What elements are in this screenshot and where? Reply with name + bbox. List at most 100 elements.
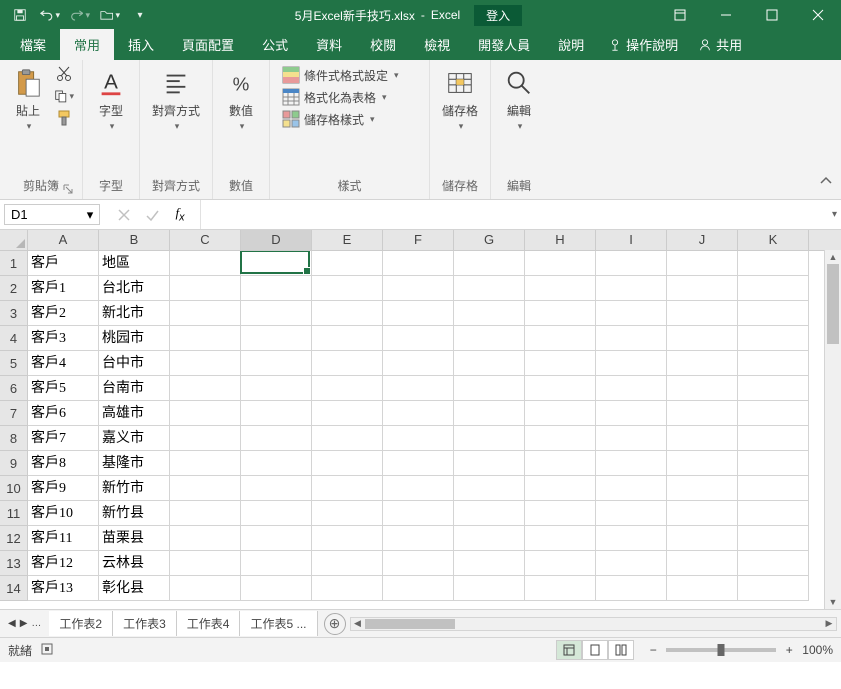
cell[interactable]	[596, 576, 667, 601]
cell[interactable]	[525, 251, 596, 276]
cell[interactable]: 客戶2	[28, 301, 99, 326]
cell[interactable]	[525, 551, 596, 576]
sheet-prev-icon[interactable]: ◀	[8, 618, 16, 629]
cell[interactable]: 客戶10	[28, 501, 99, 526]
cell[interactable]	[241, 576, 312, 601]
cancel-formula-button[interactable]	[112, 204, 136, 226]
cell[interactable]	[525, 401, 596, 426]
row-header[interactable]: 10	[0, 476, 28, 501]
enter-formula-button[interactable]	[140, 204, 164, 226]
open-icon[interactable]: ▾	[100, 5, 120, 25]
cell[interactable]	[312, 351, 383, 376]
cell[interactable]	[596, 276, 667, 301]
redo-icon[interactable]: ▾	[70, 5, 90, 25]
cells-button[interactable]: 儲存格▾	[438, 64, 482, 134]
cell[interactable]	[738, 276, 809, 301]
cell[interactable]	[170, 376, 241, 401]
cell[interactable]	[738, 451, 809, 476]
tab-formulas[interactable]: 公式	[248, 29, 302, 60]
cell[interactable]	[738, 351, 809, 376]
cell[interactable]	[454, 576, 525, 601]
row-header[interactable]: 8	[0, 426, 28, 451]
cut-icon[interactable]	[54, 64, 74, 84]
zoom-in-button[interactable]: +	[782, 643, 796, 657]
cell[interactable]	[312, 251, 383, 276]
cell[interactable]	[312, 401, 383, 426]
tab-layout[interactable]: 頁面配置	[168, 29, 248, 60]
cell[interactable]	[596, 476, 667, 501]
cell[interactable]	[667, 526, 738, 551]
tab-file[interactable]: 檔案	[6, 29, 60, 60]
tab-data[interactable]: 資料	[302, 29, 356, 60]
cell[interactable]	[454, 526, 525, 551]
cell[interactable]	[596, 376, 667, 401]
cell[interactable]	[241, 251, 312, 276]
cell[interactable]	[383, 401, 454, 426]
cell[interactable]	[170, 526, 241, 551]
cell[interactable]	[667, 401, 738, 426]
cell[interactable]	[312, 426, 383, 451]
maximize-button[interactable]	[749, 0, 795, 30]
column-header[interactable]: E	[312, 230, 383, 250]
cell[interactable]	[525, 326, 596, 351]
cell[interactable]: 客戶11	[28, 526, 99, 551]
cell[interactable]: 基隆市	[99, 451, 170, 476]
cell[interactable]	[596, 426, 667, 451]
scroll-left-icon[interactable]: ◀	[351, 618, 365, 630]
cell[interactable]	[454, 276, 525, 301]
cell[interactable]	[738, 251, 809, 276]
tab-help[interactable]: 說明	[544, 29, 598, 60]
cell[interactable]	[525, 451, 596, 476]
cell[interactable]	[241, 426, 312, 451]
qat-customize-icon[interactable]: ▾	[130, 5, 150, 25]
page-break-view-button[interactable]	[608, 640, 634, 660]
cell[interactable]: 台北市	[99, 276, 170, 301]
cell[interactable]	[454, 551, 525, 576]
tab-review[interactable]: 校閱	[356, 29, 410, 60]
cell[interactable]	[596, 301, 667, 326]
cell[interactable]	[454, 251, 525, 276]
cell[interactable]	[383, 476, 454, 501]
cell[interactable]	[312, 451, 383, 476]
cell[interactable]	[454, 426, 525, 451]
cell[interactable]	[383, 501, 454, 526]
cell[interactable]	[667, 251, 738, 276]
new-sheet-button[interactable]: ⊕	[324, 613, 346, 635]
cell[interactable]	[383, 351, 454, 376]
cell[interactable]	[525, 426, 596, 451]
ribbon-display-icon[interactable]	[657, 0, 703, 30]
row-header[interactable]: 11	[0, 501, 28, 526]
cell[interactable]	[170, 276, 241, 301]
cell[interactable]	[383, 451, 454, 476]
tab-developer[interactable]: 開發人員	[464, 29, 544, 60]
cell[interactable]	[312, 476, 383, 501]
clipboard-dialog-icon[interactable]	[62, 183, 74, 195]
cell[interactable]	[738, 326, 809, 351]
tab-view[interactable]: 檢視	[410, 29, 464, 60]
zoom-slider[interactable]	[666, 648, 776, 652]
cell[interactable]	[241, 501, 312, 526]
column-header[interactable]: D	[241, 230, 312, 250]
column-header[interactable]: B	[99, 230, 170, 250]
cell[interactable]: 客戶13	[28, 576, 99, 601]
cell[interactable]	[312, 501, 383, 526]
cell[interactable]	[170, 476, 241, 501]
row-header[interactable]: 1	[0, 251, 28, 276]
cell[interactable]	[241, 276, 312, 301]
cell[interactable]	[738, 576, 809, 601]
cell[interactable]	[525, 351, 596, 376]
cell[interactable]	[383, 376, 454, 401]
cell[interactable]	[454, 476, 525, 501]
sheet-tab[interactable]: 工作表2	[49, 611, 113, 636]
tellme-button[interactable]: 操作說明	[598, 29, 688, 60]
cell[interactable]	[596, 501, 667, 526]
cell[interactable]	[525, 476, 596, 501]
cell[interactable]	[241, 551, 312, 576]
cell[interactable]	[667, 426, 738, 451]
row-header[interactable]: 3	[0, 301, 28, 326]
cell[interactable]	[667, 351, 738, 376]
cell[interactable]	[312, 576, 383, 601]
cell[interactable]	[170, 451, 241, 476]
cell[interactable]	[738, 551, 809, 576]
tab-insert[interactable]: 插入	[114, 29, 168, 60]
